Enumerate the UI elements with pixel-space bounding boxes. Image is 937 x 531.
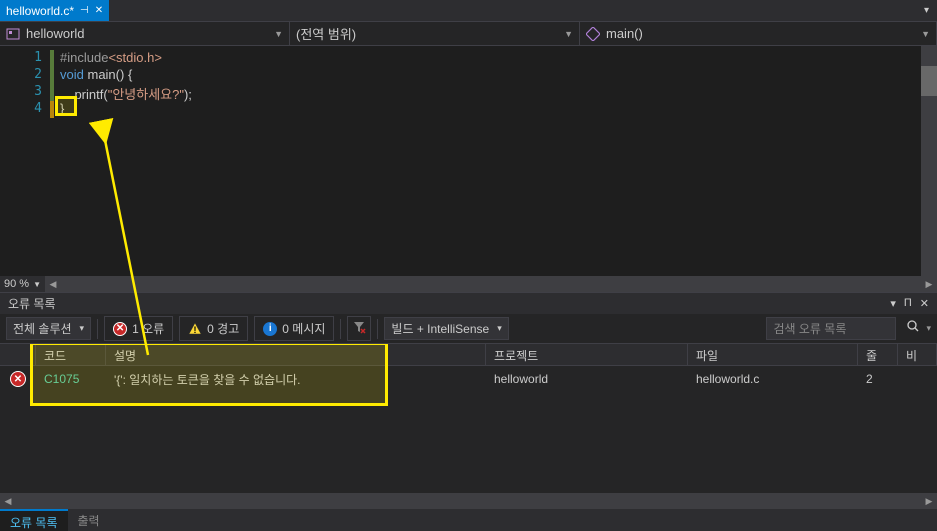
error-row-icon-cell: ✕ <box>0 368 36 390</box>
navigation-bar: helloworld ▼ (전역 범위) ▼ main() ▼ <box>0 22 937 46</box>
chevron-down-icon: ▼ <box>274 29 283 39</box>
chevron-down-icon: ▼ <box>921 29 930 39</box>
code-line: #include<stdio.h> <box>60 50 937 67</box>
document-tab-bar: helloworld.c* ⊣ ✕ ▾ <box>0 0 937 22</box>
search-dropdown-icon[interactable]: ▾ <box>926 323 931 334</box>
close-icon[interactable]: ✕ <box>95 5 103 16</box>
panel-horizontal-scrollbar[interactable]: ◀ ▶ <box>0 493 937 509</box>
vertical-scrollbar[interactable] <box>921 46 937 276</box>
error-project: helloworld <box>486 369 688 389</box>
separator <box>377 319 378 339</box>
code-content[interactable]: #include<stdio.h> void main() { printf("… <box>60 46 937 276</box>
separator <box>97 319 98 339</box>
panel-dropdown-icon[interactable]: ▾ <box>890 297 896 310</box>
scope-label: helloworld <box>26 26 85 41</box>
error-list-grid: 코드 설명 프로젝트 파일 줄 비 ✕ C1075 '{': 일치하는 토큰을 … <box>0 344 937 493</box>
warnings-filter-button[interactable]: ! 0 경고 <box>179 316 248 341</box>
clear-filter-button[interactable] <box>347 316 371 341</box>
document-tab-active[interactable]: helloworld.c* ⊣ ✕ <box>0 0 109 21</box>
info-icon: i <box>263 322 277 336</box>
error-icon: ✕ <box>113 322 127 336</box>
error-file: helloworld.c <box>688 369 858 389</box>
member-dropdown[interactable]: main() ▼ <box>580 22 937 45</box>
code-line: } <box>60 101 937 118</box>
scroll-left-button[interactable]: ◀ <box>0 493 16 509</box>
grid-header-description[interactable]: 설명 <box>106 344 486 365</box>
search-placeholder: 검색 오류 목록 <box>773 320 889 337</box>
scrollbar-thumb[interactable] <box>921 66 937 96</box>
grid-header-suppression[interactable]: 비 <box>898 344 937 365</box>
solution-filter-dropdown[interactable]: 전체 솔루션 ▾ <box>6 317 91 340</box>
grid-header-file[interactable]: 파일 <box>688 344 858 365</box>
error-list-toolbar: 전체 솔루션 ▾ ✕ 1 오류 ! 0 경고 i 0 메시지 빌드 + Inte… <box>0 314 937 344</box>
error-list-titlebar: 오류 목록 ▾ П ✕ <box>0 292 937 314</box>
build-filter-label: 빌드 + IntelliSense <box>391 320 489 337</box>
horizontal-scrollbar[interactable] <box>61 276 921 292</box>
zoom-value: 90 % <box>4 278 29 290</box>
svg-text:!: ! <box>194 325 197 335</box>
errors-filter-button[interactable]: ✕ 1 오류 <box>104 316 173 341</box>
pin-icon[interactable]: ⊣ <box>80 5 89 16</box>
grid-header-row: 코드 설명 프로젝트 파일 줄 비 <box>0 344 937 366</box>
grid-header-project[interactable]: 프로젝트 <box>486 344 688 365</box>
scrollbar-track[interactable] <box>16 493 921 509</box>
grid-header-code[interactable]: 코드 <box>36 344 106 365</box>
zoom-dropdown[interactable]: 90 % ▼ <box>0 276 45 292</box>
tab-overflow-button[interactable]: ▾ <box>916 0 937 21</box>
grid-header-icon[interactable] <box>0 344 36 365</box>
tab-output[interactable]: 출력 <box>68 509 110 531</box>
scroll-right-button[interactable]: ▶ <box>921 493 937 509</box>
grid-header-line[interactable]: 줄 <box>858 344 898 365</box>
tab-filename: helloworld.c* <box>6 4 74 18</box>
close-icon[interactable]: ✕ <box>920 297 929 310</box>
error-row[interactable]: ✕ C1075 '{': 일치하는 토큰을 찾을 수 없습니다. hellowo… <box>0 366 937 392</box>
error-line: 2 <box>858 369 898 389</box>
separator <box>340 319 341 339</box>
search-icon[interactable] <box>906 319 920 338</box>
scroll-left-button[interactable]: ◀ <box>45 276 61 292</box>
bottom-tab-bar: 오류 목록 출력 <box>0 509 937 531</box>
solution-filter-label: 전체 솔루션 <box>13 320 72 337</box>
messages-count: 0 메시지 <box>282 320 325 337</box>
panel-title-text: 오류 목록 <box>8 295 56 312</box>
tab-error-list[interactable]: 오류 목록 <box>0 509 68 531</box>
editor-status-bar: 90 % ▼ ◀ ▶ <box>0 276 937 292</box>
scope-dropdown[interactable]: helloworld ▼ <box>0 22 290 45</box>
pin-icon[interactable]: П <box>904 297 912 310</box>
error-icon: ✕ <box>10 371 26 387</box>
chevron-down-icon: ▼ <box>564 29 573 39</box>
warnings-count: 0 경고 <box>207 320 239 337</box>
method-icon <box>586 27 600 41</box>
messages-filter-button[interactable]: i 0 메시지 <box>254 316 334 341</box>
chevron-down-icon: ▾ <box>497 323 502 334</box>
code-editor[interactable]: 1 2 3 4 #include<stdio.h> void main() { … <box>0 46 937 276</box>
code-line: void main() { <box>60 67 937 84</box>
filter-clear-icon <box>352 320 366 337</box>
warning-icon: ! <box>188 322 202 336</box>
scroll-right-button[interactable]: ▶ <box>921 276 937 292</box>
build-filter-dropdown[interactable]: 빌드 + IntelliSense ▾ <box>384 317 508 340</box>
search-input[interactable]: 검색 오류 목록 <box>766 317 896 340</box>
project-icon <box>6 27 20 41</box>
class-dropdown[interactable]: (전역 범위) ▼ <box>290 22 580 45</box>
chevron-down-icon: ▼ <box>33 280 41 289</box>
error-code: C1075 <box>36 369 106 389</box>
class-label: (전역 범위) <box>296 24 356 43</box>
member-label: main() <box>606 26 643 41</box>
chevron-down-icon: ▾ <box>80 323 85 334</box>
code-line: printf("안녕하세요?"); <box>60 84 937 101</box>
error-description: '{': 일치하는 토큰을 찾을 수 없습니다. <box>106 368 486 391</box>
errors-count: 1 오류 <box>132 320 164 337</box>
